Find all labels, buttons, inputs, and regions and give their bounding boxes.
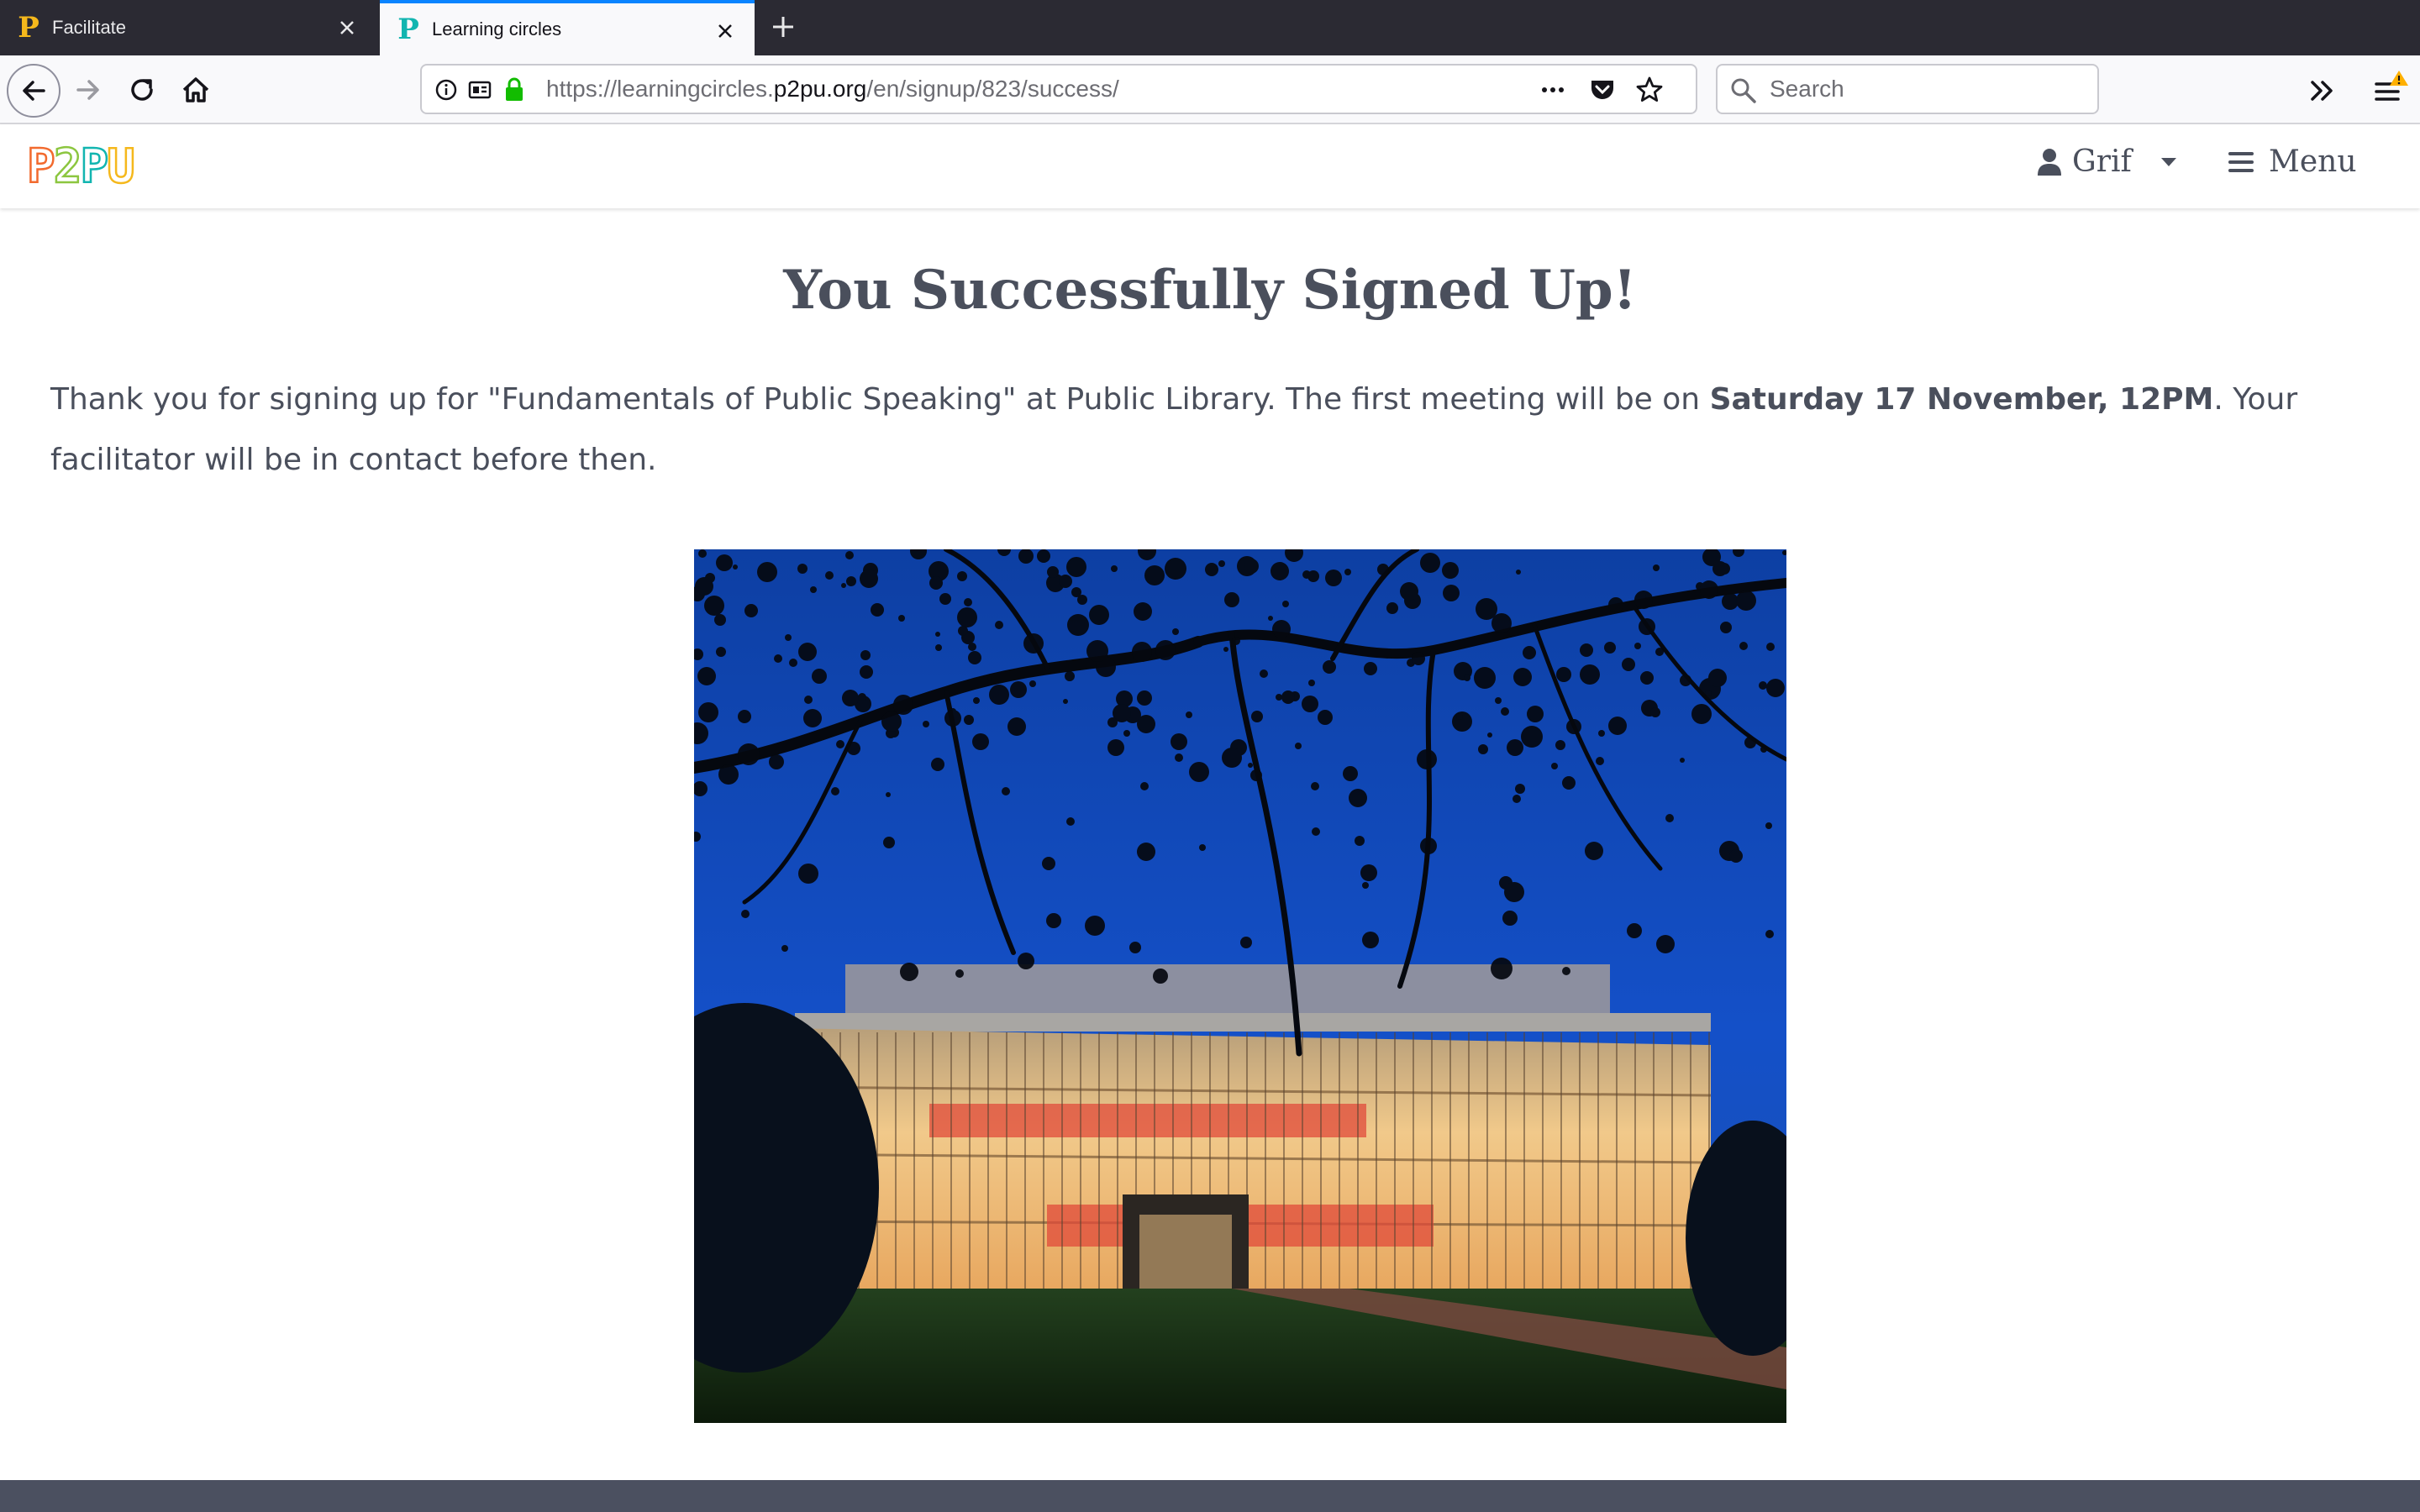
site-header: P2PU Grif Menu: [0, 124, 2420, 208]
p2pu-logo[interactable]: P2PU: [26, 139, 136, 196]
page-actions-icon[interactable]: [1538, 77, 1568, 102]
user-dropdown[interactable]: Grif: [2037, 144, 2177, 179]
caret-down-icon: [2160, 157, 2176, 166]
tab-title: Learning circles: [432, 18, 562, 39]
tab-learning-circles[interactable]: P Learning circles: [380, 0, 755, 55]
message-text: Thank you for signing up for "Fundamenta…: [50, 382, 1710, 417]
info-icon[interactable]: [434, 77, 459, 102]
site-footer: [0, 1480, 2420, 1512]
url-text[interactable]: https://learningcircles.p2pu.org/en/sign…: [546, 66, 1119, 113]
search-input[interactable]: Search: [1716, 64, 2099, 114]
logo-letter: U: [106, 139, 136, 196]
logo-letter: 2: [52, 139, 82, 196]
permissions-icon[interactable]: [467, 77, 492, 102]
forward-button[interactable]: [66, 67, 111, 113]
search-icon: [1731, 78, 1756, 103]
back-button[interactable]: [7, 64, 60, 118]
logo-letter: P: [79, 139, 109, 196]
url-path: /en/signup/823/success/: [866, 76, 1119, 102]
lock-icon[interactable]: [502, 76, 526, 104]
user-icon: [2038, 148, 2061, 176]
browser-tab-strip: P Facilitate P Learning circles: [0, 0, 2420, 55]
home-icon: [182, 77, 209, 102]
overflow-menu-icon[interactable]: [2306, 74, 2339, 108]
home-button[interactable]: [173, 67, 218, 113]
address-bar[interactable]: https://learningcircles.p2pu.org/en/sign…: [420, 64, 1697, 114]
menu-label: Menu: [2269, 144, 2357, 179]
menu-bars-icon: [2228, 151, 2254, 172]
signup-confirmation-message: Thank you for signing up for "Fundamenta…: [50, 370, 2370, 491]
new-tab-icon[interactable]: [766, 10, 800, 44]
page-title: You Successfully Signed Up!: [783, 259, 1637, 322]
reload-button[interactable]: [119, 67, 165, 113]
back-arrow-icon: [23, 81, 45, 101]
tab-title: Facilitate: [52, 17, 127, 38]
logo-letter: P: [26, 139, 56, 196]
site-menu-button[interactable]: Menu: [2228, 144, 2357, 179]
close-tab-icon[interactable]: [334, 15, 360, 40]
url-host: p2pu.org: [773, 76, 867, 102]
bookmark-star-icon[interactable]: [1635, 76, 1664, 104]
navigation-toolbar: https://learningcircles.p2pu.org/en/sign…: [0, 55, 2420, 124]
library-photo: [694, 549, 1786, 1423]
meeting-date: Saturday 17 November, 12PM: [1709, 382, 2214, 417]
user-name: Grif: [2072, 144, 2132, 179]
library-building-image: [694, 549, 1786, 1423]
tab-facilitate[interactable]: P Facilitate: [0, 0, 376, 55]
search-placeholder: Search: [1770, 76, 1844, 102]
forward-arrow-icon: [76, 80, 99, 100]
reload-icon: [131, 79, 153, 101]
close-tab-icon[interactable]: [713, 18, 738, 44]
pocket-icon[interactable]: [1588, 76, 1617, 104]
url-prefix: https://learningcircles.: [546, 76, 774, 102]
p2pu-favicon: P: [18, 11, 39, 45]
hamburger-menu-icon[interactable]: [2371, 69, 2415, 111]
p2pu-favicon: P: [397, 13, 419, 46]
